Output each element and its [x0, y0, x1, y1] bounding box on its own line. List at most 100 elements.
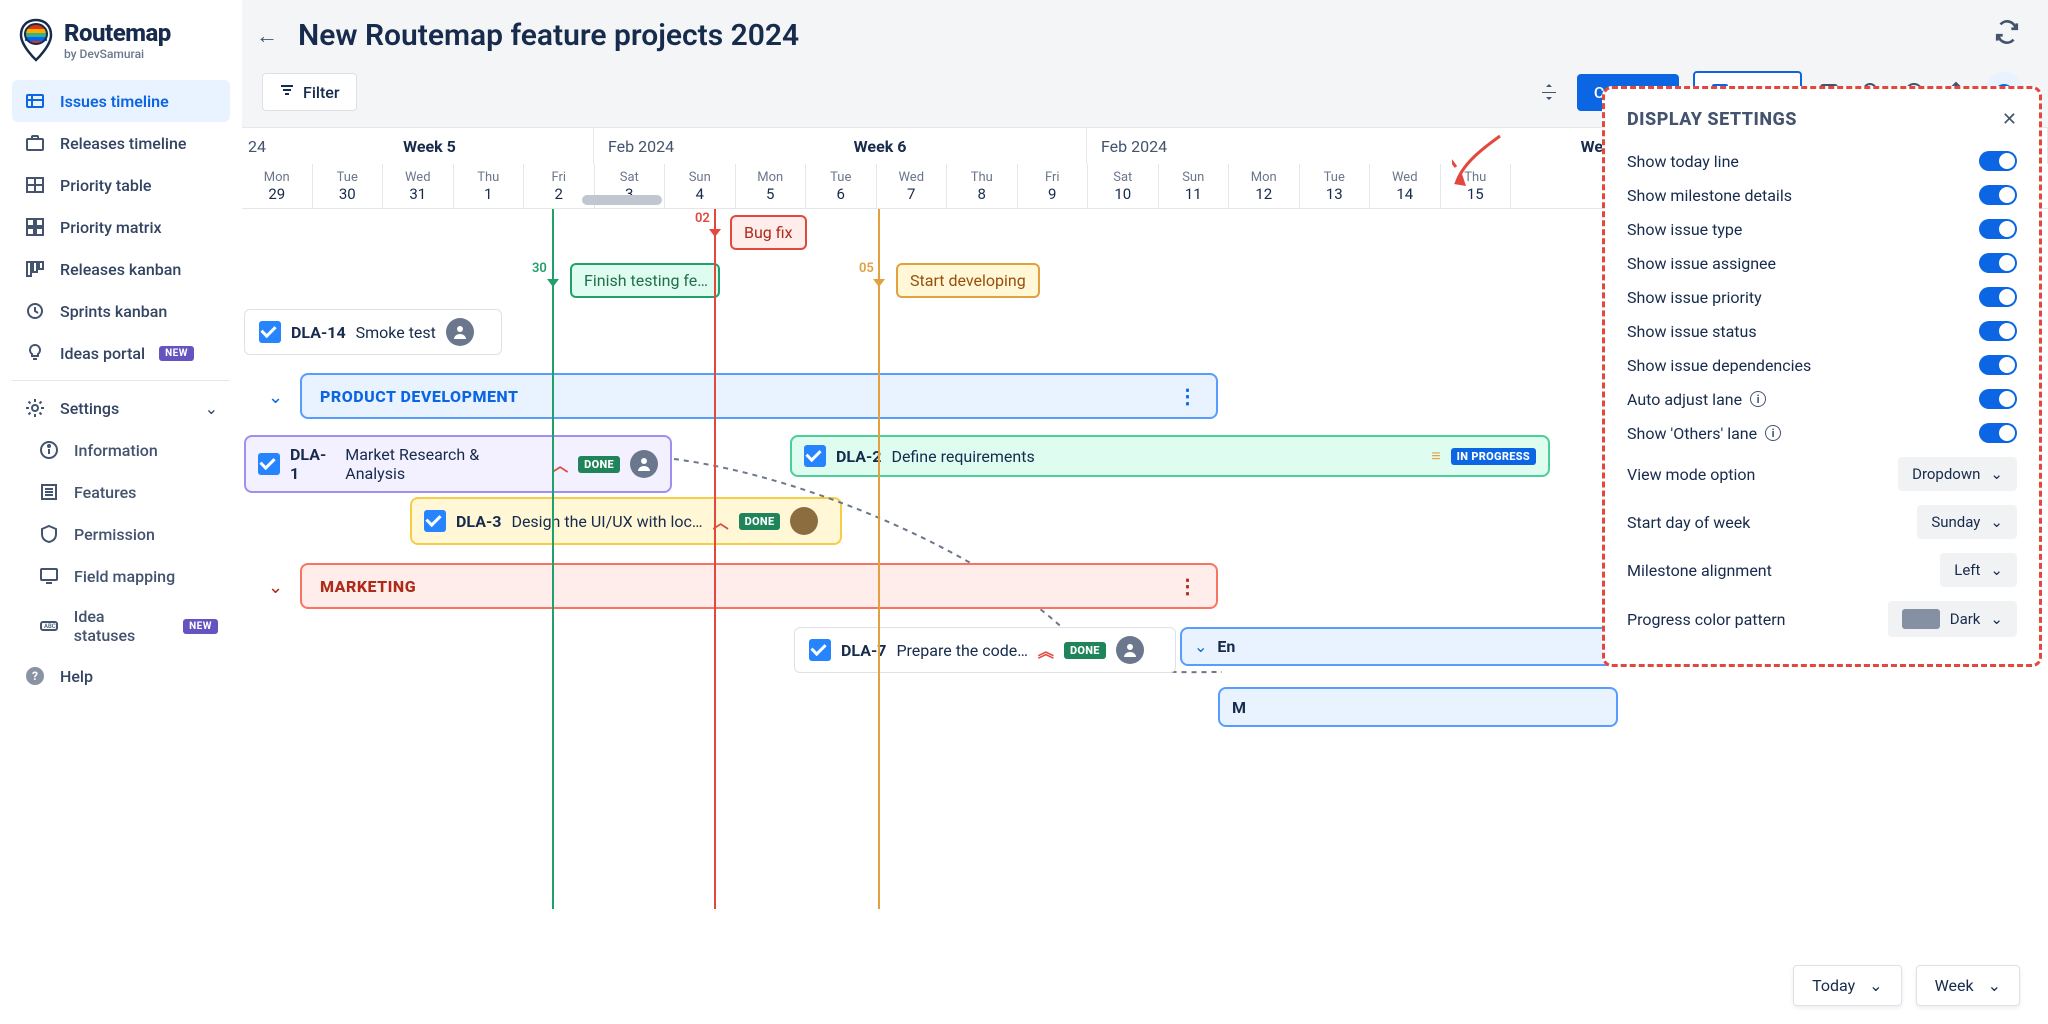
setting-toggle-row: Show milestone details: [1627, 178, 2017, 212]
setting-toggle-row: Auto adjust lane i: [1627, 382, 2017, 416]
kanban-icon: [24, 258, 46, 280]
setting-label: Auto adjust lane: [1627, 390, 1742, 409]
task-card-smoke[interactable]: DLA-14 Smoke test: [244, 309, 502, 355]
toggle-switch[interactable]: [1979, 355, 2017, 375]
milestone-num: 30: [532, 261, 547, 276]
chevron-down-icon: ⌄: [205, 399, 218, 418]
status-badge: IN PROGRESS: [1451, 448, 1536, 465]
setting-label: Show issue assignee: [1627, 254, 1776, 273]
priority-highest-icon: ︽: [1038, 638, 1054, 662]
zoom-dropdown[interactable]: Week⌄: [1916, 965, 2020, 1006]
task-dla-3[interactable]: DLA-3 Design the UI/UX with loc… ︿ DONE: [410, 497, 842, 545]
bulb-icon: [24, 342, 46, 364]
more-icon[interactable]: ⋮: [1178, 384, 1199, 408]
toggle-switch[interactable]: [1979, 321, 2017, 341]
sidebar-item-sprints-kanban[interactable]: Sprints kanban: [12, 290, 230, 332]
today-dropdown[interactable]: Today⌄: [1793, 965, 1901, 1006]
task-m[interactable]: M: [1218, 687, 1618, 727]
filter-button[interactable]: Filter: [262, 73, 357, 111]
toggle-switch[interactable]: [1979, 287, 2017, 307]
main: ← New Routemap feature projects 2024 Fil…: [242, 0, 2048, 1024]
h-scrollbar[interactable]: [582, 195, 662, 205]
sidebar-item-features[interactable]: Features: [12, 471, 230, 513]
toggle-switch[interactable]: [1979, 253, 2017, 273]
back-arrow-icon[interactable]: ←: [256, 23, 278, 49]
toggle-switch[interactable]: [1979, 423, 2017, 443]
milestone-align-select[interactable]: Left⌄: [1940, 553, 2017, 587]
sidebar-item-settings[interactable]: Settings ⌄: [12, 387, 230, 429]
task-type-icon: [809, 639, 831, 661]
view-mode-select[interactable]: Dropdown⌄: [1898, 457, 2017, 491]
sidebar-label: Information: [74, 441, 158, 460]
sidebar-item-issues-timeline[interactable]: Issues timeline: [12, 80, 230, 122]
task-title: Smoke test: [356, 323, 436, 342]
milestone-start[interactable]: Start developing: [896, 263, 1040, 298]
setting-toggle-row: Show issue status: [1627, 314, 2017, 348]
info-icon[interactable]: i: [1750, 391, 1766, 407]
task-title: Define requirements: [891, 447, 1034, 466]
sidebar-item-idea-statuses[interactable]: ABC Idea statuses NEW: [12, 597, 230, 655]
lane-title: PRODUCT DEVELOPMENT: [320, 387, 518, 406]
logo-subtitle: by DevSamurai: [64, 47, 171, 61]
toggle-switch[interactable]: [1979, 185, 2017, 205]
sidebar-item-priority-table[interactable]: Priority table: [12, 164, 230, 206]
setting-toggle-row: Show 'Others' lanei: [1627, 416, 2017, 450]
start-day-select[interactable]: Sunday⌄: [1917, 505, 2017, 539]
milestone-finish[interactable]: Finish testing fe…: [570, 263, 720, 298]
display-settings-panel: DISPLAY SETTINGS ✕ Show today lineShow m…: [1602, 86, 2042, 667]
sidebar-item-permission[interactable]: Permission: [12, 513, 230, 555]
setting-label: Progress color pattern: [1627, 610, 1786, 629]
collapse-vertical-icon[interactable]: [1535, 78, 1563, 106]
task-dla-1[interactable]: DLA-1 Market Research & Analysis ︿ DONE: [244, 435, 672, 493]
task-dla-7[interactable]: DLA-7 Prepare the code… ︽ DONE: [794, 627, 1176, 673]
priority-medium-icon: ≡: [1431, 446, 1440, 466]
task-dla-2[interactable]: DLA-2 Define requirements ≡ IN PROGRESS: [790, 435, 1550, 477]
sidebar: Routemap by DevSamurai Issues timeline R…: [0, 0, 242, 1024]
sidebar-item-releases-kanban[interactable]: Releases kanban: [12, 248, 230, 290]
button-label: Filter: [303, 83, 340, 102]
toggle-switch[interactable]: [1979, 219, 2017, 239]
lane-product-dev[interactable]: PRODUCT DEVELOPMENT ⋮: [300, 373, 1218, 419]
task-type-icon: [258, 453, 280, 475]
task-title: Prepare the code…: [896, 641, 1027, 660]
sidebar-item-help[interactable]: ? Help: [12, 655, 230, 697]
month-label: 24: [248, 137, 266, 156]
collapse-lane-icon[interactable]: ⌄: [268, 387, 283, 408]
setting-view-mode: View mode option Dropdown⌄: [1627, 450, 2017, 498]
milestone-bugfix[interactable]: Bug fix: [730, 215, 807, 250]
calendar-day: Sun11: [1159, 164, 1230, 208]
progress-color-select[interactable]: Dark⌄: [1888, 601, 2017, 637]
lane-marketing[interactable]: MARKETING ⋮: [300, 563, 1218, 609]
toggle-switch[interactable]: [1979, 389, 2017, 409]
sync-icon[interactable]: [1994, 19, 2020, 52]
status-badge: DONE: [1064, 642, 1106, 659]
setting-label: Start day of week: [1627, 513, 1750, 532]
more-icon[interactable]: ⋮: [1178, 574, 1199, 598]
sidebar-item-priority-matrix[interactable]: Priority matrix: [12, 206, 230, 248]
sidebar-item-releases-timeline[interactable]: Releases timeline: [12, 122, 230, 164]
info-icon[interactable]: i: [1765, 425, 1781, 441]
new-badge: NEW: [159, 346, 194, 361]
toggle-switch[interactable]: [1979, 151, 2017, 171]
filter-icon: [279, 82, 295, 102]
task-type-icon: [804, 445, 826, 467]
sidebar-label: Releases timeline: [60, 134, 186, 153]
month-label: Feb 2024: [608, 137, 674, 156]
logo-title: Routemap: [64, 19, 171, 47]
collapse-lane-icon[interactable]: ⌄: [268, 577, 283, 598]
close-icon[interactable]: ✕: [2002, 109, 2017, 130]
sidebar-item-information[interactable]: Information: [12, 429, 230, 471]
setting-label: Show milestone details: [1627, 186, 1792, 205]
monitor-icon: [38, 565, 60, 587]
setting-label: Show issue type: [1627, 220, 1742, 239]
sidebar-item-ideas-portal[interactable]: Ideas portal NEW: [12, 332, 230, 374]
setting-label: Show issue status: [1627, 322, 1757, 341]
setting-label: Milestone alignment: [1627, 561, 1772, 580]
calendar-day: Wed7: [877, 164, 948, 208]
milestone-line-green: [552, 209, 554, 909]
week-label: Week 5: [403, 137, 456, 156]
list-icon: [38, 481, 60, 503]
sidebar-item-field-mapping[interactable]: Field mapping: [12, 555, 230, 597]
task-key: DLA-14: [291, 323, 346, 342]
task-en[interactable]: ⌄ En: [1180, 627, 1620, 666]
